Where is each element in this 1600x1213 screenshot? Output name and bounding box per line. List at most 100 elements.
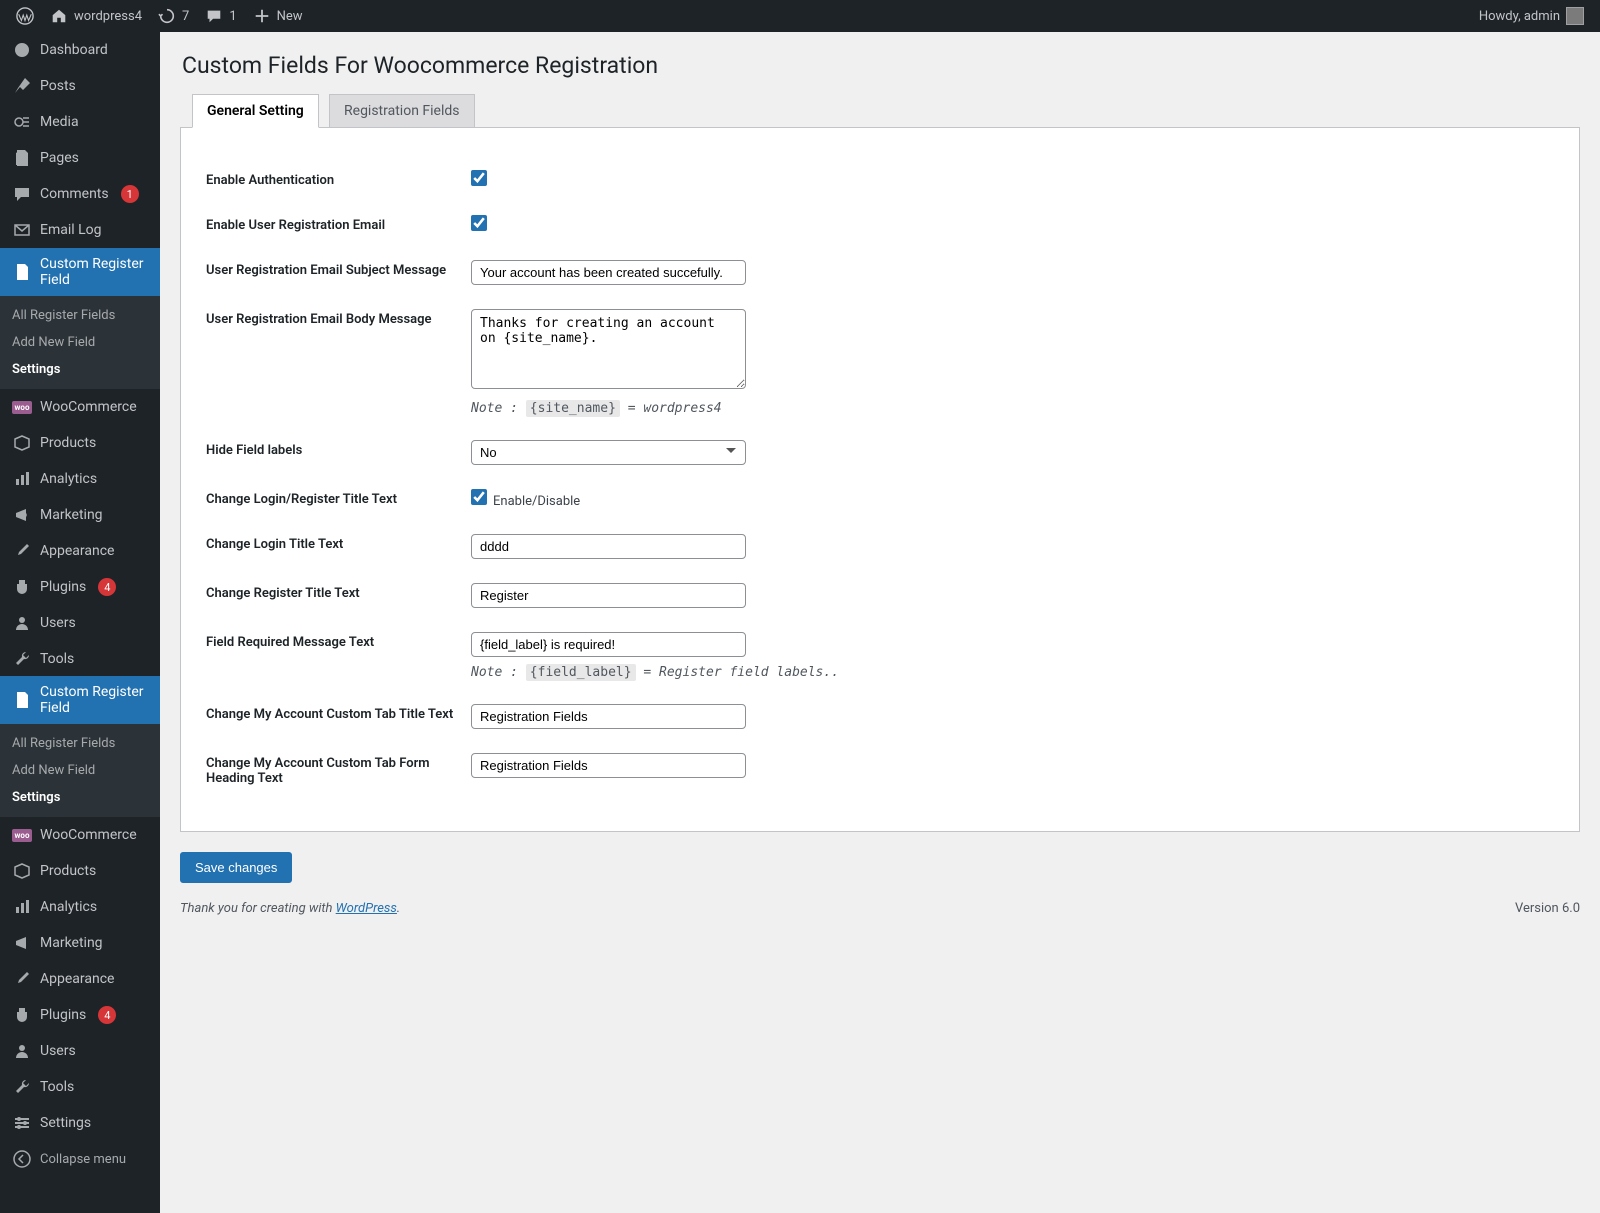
footer-version: Version 6.0 bbox=[1515, 901, 1580, 916]
label-required-msg: Field Required Message Text bbox=[206, 620, 471, 692]
input-tab-heading[interactable] bbox=[471, 753, 746, 778]
menu-marketing[interactable]: Marketing bbox=[0, 497, 160, 533]
howdy-text: Howdy, admin bbox=[1479, 9, 1560, 24]
admin-bar: wordpress4 7 1 New Howdy, admin bbox=[0, 0, 1600, 32]
wordpress-icon bbox=[16, 7, 34, 25]
submenu-settings-dup[interactable]: Settings bbox=[0, 784, 160, 811]
tab-registration-fields[interactable]: Registration Fields bbox=[329, 94, 474, 127]
menu-tools[interactable]: Tools bbox=[0, 641, 160, 677]
site-name-link[interactable]: wordpress4 bbox=[42, 0, 150, 32]
products-icon bbox=[12, 433, 32, 453]
inline-enable-disable: Enable/Disable bbox=[493, 494, 580, 509]
input-tab-title[interactable] bbox=[471, 704, 746, 729]
select-hide-labels[interactable]: No bbox=[471, 440, 746, 465]
new-content-link[interactable]: New bbox=[245, 0, 311, 32]
menu-woocommerce[interactable]: wooWooCommerce bbox=[0, 389, 160, 425]
checkbox-enable-auth[interactable] bbox=[471, 170, 487, 186]
menu-custom-register-field[interactable]: Custom Register Field bbox=[0, 248, 160, 296]
analytics-icon bbox=[12, 469, 32, 489]
label-email-subject: User Registration Email Subject Message bbox=[206, 248, 471, 297]
menu-tools-dup[interactable]: Tools bbox=[0, 1069, 160, 1105]
avatar bbox=[1566, 7, 1584, 25]
label-register-title: Change Register Title Text bbox=[206, 571, 471, 620]
input-email-subject[interactable] bbox=[471, 260, 746, 285]
menu-woocommerce-dup[interactable]: wooWooCommerce bbox=[0, 817, 160, 853]
settings-panel: Enable Authentication Enable User Regist… bbox=[180, 128, 1580, 832]
label-email-body: User Registration Email Body Message bbox=[206, 297, 471, 428]
site-name: wordpress4 bbox=[74, 9, 142, 24]
menu-appearance-dup[interactable]: Appearance bbox=[0, 961, 160, 997]
admin-sidebar: Dashboard Posts Media Pages Comments1 Em… bbox=[0, 32, 160, 1213]
label-enable-email: Enable User Registration Email bbox=[206, 203, 471, 248]
footer-wp-link[interactable]: WordPress bbox=[336, 901, 397, 916]
page-title: Custom Fields For Woocommerce Registrati… bbox=[182, 52, 1580, 79]
menu-users[interactable]: Users bbox=[0, 605, 160, 641]
new-label: New bbox=[277, 9, 303, 24]
menu-users-dup[interactable]: Users bbox=[0, 1033, 160, 1069]
updates-count: 7 bbox=[182, 9, 189, 24]
menu-email-log[interactable]: Email Log bbox=[0, 212, 160, 248]
main-content: Custom Fields For Woocommerce Registrati… bbox=[160, 32, 1600, 1213]
checkbox-enable-email[interactable] bbox=[471, 215, 487, 231]
menu-posts[interactable]: Posts bbox=[0, 68, 160, 104]
account-link[interactable]: Howdy, admin bbox=[1471, 0, 1592, 32]
menu-plugins[interactable]: Plugins4 bbox=[0, 569, 160, 605]
submenu-settings[interactable]: Settings bbox=[0, 356, 160, 383]
comment-icon bbox=[12, 184, 32, 204]
page-icon bbox=[12, 148, 32, 168]
users-icon bbox=[12, 613, 32, 633]
textarea-email-body[interactable]: Thanks for creating an account on {site_… bbox=[471, 309, 746, 389]
menu-analytics-dup[interactable]: Analytics bbox=[0, 889, 160, 925]
tools-icon bbox=[12, 649, 32, 669]
brush-icon bbox=[12, 541, 32, 561]
marketing-icon bbox=[12, 505, 32, 525]
menu-appearance[interactable]: Appearance bbox=[0, 533, 160, 569]
menu-comments[interactable]: Comments1 bbox=[0, 176, 160, 212]
users-icon bbox=[12, 1041, 32, 1061]
menu-analytics[interactable]: Analytics bbox=[0, 461, 160, 497]
submenu-add-new-dup[interactable]: Add New Field bbox=[0, 757, 160, 784]
updates-link[interactable]: 7 bbox=[150, 0, 197, 32]
submenu-add-new[interactable]: Add New Field bbox=[0, 329, 160, 356]
menu-media[interactable]: Media bbox=[0, 104, 160, 140]
menu-plugins-dup[interactable]: Plugins4 bbox=[0, 997, 160, 1033]
submenu-custom-register: All Register Fields Add New Field Settin… bbox=[0, 296, 160, 389]
menu-pages[interactable]: Pages bbox=[0, 140, 160, 176]
menu-custom-register-field-dup[interactable]: Custom Register Field bbox=[0, 676, 160, 724]
mail-icon bbox=[12, 220, 32, 240]
menu-settings[interactable]: Settings bbox=[0, 1105, 160, 1141]
note-required-msg: Note : {field_label} = Register field la… bbox=[471, 665, 1544, 680]
label-change-title: Change Login/Register Title Text bbox=[206, 477, 471, 522]
settings-icon bbox=[12, 1113, 32, 1133]
menu-products[interactable]: Products bbox=[0, 425, 160, 461]
settings-form: Enable Authentication Enable User Regist… bbox=[206, 158, 1554, 801]
menu-products-dup[interactable]: Products bbox=[0, 853, 160, 889]
submenu-all-fields-dup[interactable]: All Register Fields bbox=[0, 730, 160, 757]
label-tab-heading: Change My Account Custom Tab Form Headin… bbox=[206, 741, 471, 801]
update-icon bbox=[158, 7, 176, 25]
save-button[interactable]: Save changes bbox=[180, 852, 292, 883]
checkbox-change-title[interactable] bbox=[471, 489, 487, 505]
pin-icon bbox=[12, 76, 32, 96]
tab-nav: General Setting Registration Fields bbox=[180, 94, 1580, 128]
home-icon bbox=[50, 7, 68, 25]
input-required-msg[interactable] bbox=[471, 632, 746, 657]
submenu-custom-register-dup: All Register Fields Add New Field Settin… bbox=[0, 724, 160, 817]
wp-logo[interactable] bbox=[8, 0, 42, 32]
input-login-title[interactable] bbox=[471, 534, 746, 559]
tools-icon bbox=[12, 1077, 32, 1097]
menu-dashboard[interactable]: Dashboard bbox=[0, 32, 160, 68]
comments-badge: 1 bbox=[121, 185, 139, 203]
input-register-title[interactable] bbox=[471, 583, 746, 608]
footer-thanks: Thank you for creating with bbox=[180, 901, 336, 916]
brush-icon bbox=[12, 969, 32, 989]
label-hide-labels: Hide Field labels bbox=[206, 428, 471, 477]
tab-general-setting[interactable]: General Setting bbox=[192, 94, 319, 128]
analytics-icon bbox=[12, 897, 32, 917]
menu-marketing-dup[interactable]: Marketing bbox=[0, 925, 160, 961]
document-icon bbox=[12, 690, 32, 710]
comments-link[interactable]: 1 bbox=[197, 0, 244, 32]
submenu-all-fields[interactable]: All Register Fields bbox=[0, 302, 160, 329]
collapse-menu[interactable]: Collapse menu bbox=[0, 1141, 160, 1177]
plus-icon bbox=[253, 7, 271, 25]
